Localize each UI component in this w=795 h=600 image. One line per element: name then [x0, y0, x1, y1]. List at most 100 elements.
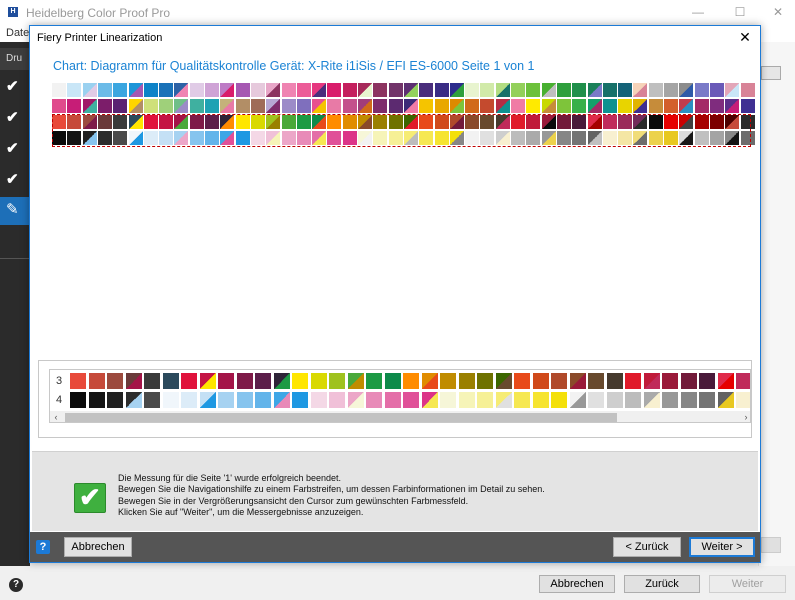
window-close-button[interactable]: ✕ [768, 4, 788, 20]
color-patch[interactable] [83, 83, 97, 97]
color-patch[interactable] [450, 83, 464, 97]
color-patch[interactable] [174, 83, 188, 97]
color-patch[interactable] [159, 83, 173, 97]
color-patch[interactable] [526, 99, 540, 113]
zoom-color-patch[interactable] [736, 392, 750, 408]
zoom-color-patch[interactable] [125, 392, 142, 408]
zoom-color-patch[interactable] [88, 373, 105, 389]
color-patch[interactable] [67, 99, 81, 113]
color-patch[interactable] [373, 83, 387, 97]
scrollbar-thumb[interactable] [65, 413, 617, 422]
color-patch[interactable] [679, 83, 693, 97]
color-patch[interactable] [83, 99, 97, 113]
zoom-color-patch[interactable] [403, 373, 419, 389]
zoom-color-patch[interactable] [606, 392, 623, 408]
color-patch[interactable] [603, 83, 617, 97]
zoom-color-patch[interactable] [514, 373, 530, 389]
maximize-button[interactable]: ☐ [730, 4, 750, 20]
scroll-right-icon[interactable]: › [740, 411, 750, 422]
color-patch[interactable] [480, 83, 494, 97]
color-patch[interactable] [633, 99, 647, 113]
color-patch[interactable] [404, 83, 418, 97]
zoom-color-patch[interactable] [144, 373, 160, 389]
zoom-color-patch[interactable] [329, 373, 345, 389]
zoom-color-patch[interactable] [292, 373, 308, 389]
color-patch[interactable] [52, 99, 66, 113]
zoom-color-patch[interactable] [255, 373, 271, 389]
sidebar-step-current[interactable]: ✎ [0, 197, 30, 225]
zoom-scrollbar[interactable]: ‹ › [50, 411, 750, 422]
color-patch[interactable] [297, 83, 311, 97]
color-patch[interactable] [129, 83, 143, 97]
color-patch[interactable] [389, 99, 403, 113]
zoom-color-patch[interactable] [273, 373, 290, 389]
color-patch[interactable] [129, 99, 143, 113]
color-patch[interactable] [526, 83, 540, 97]
sidebar-step-3[interactable]: ✔ [0, 135, 30, 163]
color-patch[interactable] [174, 99, 188, 113]
color-patch[interactable] [649, 83, 663, 97]
color-patch[interactable] [236, 99, 250, 113]
zoom-color-patch[interactable] [662, 373, 678, 389]
color-patch[interactable] [205, 99, 219, 113]
color-patch[interactable] [511, 99, 525, 113]
zoom-color-patch[interactable] [70, 392, 86, 408]
color-patch[interactable] [358, 99, 372, 113]
sidebar-step-4[interactable]: ✔ [0, 166, 30, 194]
zoom-color-patch[interactable] [421, 392, 438, 408]
color-patch[interactable] [710, 83, 724, 97]
color-patch[interactable] [144, 83, 158, 97]
color-patch[interactable] [404, 99, 418, 113]
color-patch[interactable] [511, 83, 525, 97]
color-patch[interactable] [480, 99, 494, 113]
zoom-color-patch[interactable] [236, 373, 253, 389]
color-patch[interactable] [343, 99, 357, 113]
zoom-color-patch[interactable] [107, 373, 123, 389]
zoom-color-patch[interactable] [717, 392, 734, 408]
color-patch[interactable] [725, 99, 739, 113]
color-patch[interactable] [465, 83, 479, 97]
color-patch[interactable] [282, 99, 296, 113]
color-patch[interactable] [542, 83, 556, 97]
color-patch[interactable] [190, 83, 204, 97]
zoom-color-patch[interactable] [403, 392, 419, 408]
color-patch[interactable] [588, 99, 602, 113]
zoom-color-patch[interactable] [310, 373, 327, 389]
zoom-color-patch[interactable] [310, 392, 327, 408]
minimize-button[interactable]: — [688, 4, 708, 20]
zoom-color-patch[interactable] [347, 392, 364, 408]
zoom-color-patch[interactable] [458, 392, 475, 408]
color-patch[interactable] [358, 83, 372, 97]
footer-back-button[interactable]: Zurück [624, 575, 700, 593]
zoom-color-patch[interactable] [625, 392, 641, 408]
color-patch[interactable] [113, 99, 127, 113]
zoom-color-patch[interactable] [569, 392, 586, 408]
sidebar-step-2[interactable]: ✔ [0, 104, 30, 132]
footer-cancel-button[interactable]: Abbrechen [539, 575, 615, 593]
zoom-color-patch[interactable] [199, 392, 216, 408]
color-patch[interactable] [664, 99, 678, 113]
zoom-color-patch[interactable] [218, 392, 234, 408]
zoom-color-patch[interactable] [292, 392, 308, 408]
color-patch[interactable] [266, 83, 280, 97]
zoom-color-patch[interactable] [421, 373, 438, 389]
zoom-color-patch[interactable] [236, 392, 253, 408]
zoom-color-patch[interactable] [458, 373, 475, 389]
zoom-color-patch[interactable] [477, 392, 493, 408]
color-patch[interactable] [618, 99, 632, 113]
color-patch[interactable] [450, 99, 464, 113]
color-patch[interactable] [435, 83, 449, 97]
color-patch[interactable] [343, 83, 357, 97]
zoom-color-patch[interactable] [273, 392, 290, 408]
color-patch[interactable] [144, 99, 158, 113]
color-patch[interactable] [588, 83, 602, 97]
zoom-color-patch[interactable] [717, 373, 734, 389]
zoom-color-patch[interactable] [662, 392, 678, 408]
color-patch[interactable] [572, 83, 586, 97]
color-patch[interactable] [251, 99, 265, 113]
navigation-selection-frame[interactable] [52, 114, 751, 147]
color-patch[interactable] [695, 99, 709, 113]
zoom-color-patch[interactable] [699, 373, 715, 389]
color-patch[interactable] [373, 99, 387, 113]
zoom-color-patch[interactable] [70, 373, 86, 389]
